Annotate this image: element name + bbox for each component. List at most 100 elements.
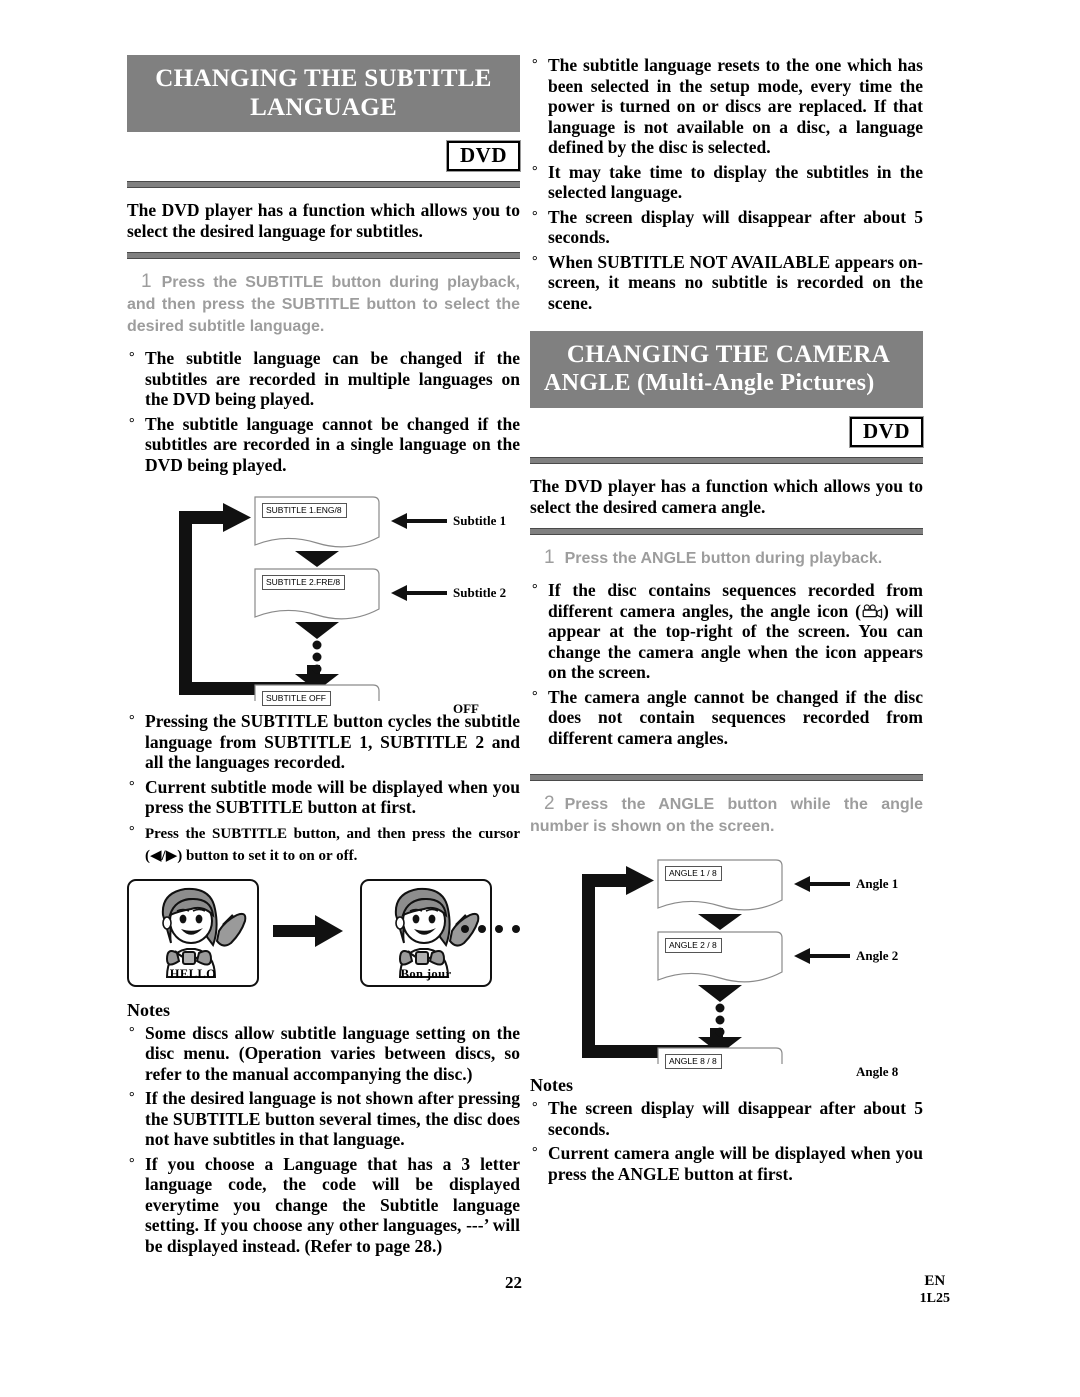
illustration-caption-hello: HELLO [169, 966, 217, 981]
list-item: ° When SUBTITLE NOT AVAILABLE appears on-… [530, 252, 923, 314]
list-item: ° Press the SUBTITLE button, and then pre… [127, 822, 520, 867]
step-subtitle-1: 1 Press the SUBTITLE button during playba… [127, 271, 520, 338]
bullet-dot-icon: ° [532, 582, 538, 597]
lead-paragraph-camera-angle: The DVD player has a function which allo… [530, 476, 923, 517]
page-number: 22 [505, 1273, 522, 1292]
notes-list-right: ° The screen display will disappear after… [530, 1098, 923, 1184]
step-angle-2: 2 Press the ANGLE button while the angle … [530, 793, 923, 838]
bullet-dot-icon: ° [129, 823, 135, 839]
list-item-text: Press the SUBTITLE button, and then pres… [145, 825, 520, 865]
list-item-text: When SUBTITLE NOT AVAILABLE appears on-s… [548, 251, 923, 313]
osd-text: ANGLE 2 / 8 [665, 938, 722, 953]
step-number: 2 [544, 793, 555, 814]
bullet-list-right-top: ° The subtitle language resets to the one… [530, 55, 923, 313]
bullet-dot-icon: ° [532, 57, 538, 72]
diagram-label-angle-8: Angle 8 [856, 1064, 899, 1079]
dot [461, 924, 469, 933]
bullet-dot-icon: ° [532, 1100, 538, 1115]
bullet-dot-icon: ° [129, 350, 135, 365]
osd-text: SUBTITLE OFF [262, 691, 331, 706]
list-item-text: Current camera angle will be displayed w… [548, 1143, 923, 1184]
badge-row-right: DVD [530, 417, 923, 447]
bullet-dot-icon: ° [532, 253, 538, 269]
bullet-dot-icon: ° [129, 1090, 135, 1105]
bullet-list-right-mid: ° If the disc contains sequences recorded… [530, 580, 923, 748]
step-text: Press the ANGLE button during playback. [564, 550, 883, 567]
list-item: ° Pressing the SUBTITLE button cycles the… [127, 711, 520, 773]
dot [512, 924, 520, 933]
list-item-text: The subtitle language cannot be changed … [145, 413, 520, 475]
badge-row-left: DVD [127, 141, 520, 171]
illustration-ellipsis-dots [461, 924, 520, 933]
woman-waving-icon [161, 887, 247, 978]
illustration-caption-bonjour: Bon jour [400, 966, 452, 981]
screen-box-subtitle-2: SUBTITLE 2.FRE/8 [255, 569, 380, 617]
divider-rule [127, 181, 520, 188]
bullet-dot-icon: ° [532, 1145, 538, 1160]
list-item: ° If the desired language is not shown af… [127, 1088, 520, 1150]
right-column: ° The subtitle language resets to the one… [530, 55, 923, 1184]
dvd-badge-camera-angle: DVD [850, 417, 923, 447]
bullet-dot-icon: ° [129, 1024, 135, 1040]
section-header-subtitle-language: CHANGING THE SUBTITLE LANGUAGE [127, 55, 520, 132]
dot [495, 924, 503, 933]
list-item-text: The subtitle language resets to the one … [548, 55, 923, 157]
bullet-dot-icon: ° [129, 713, 135, 728]
right-arrow-icon [273, 914, 343, 947]
camera-angle-icon [862, 603, 883, 618]
list-item-text: Pressing the SUBTITLE button cycles the … [145, 711, 520, 772]
manual-page: CHANGING THE SUBTITLE LANGUAGE DVD The D… [0, 0, 1080, 1397]
lead-paragraph-subtitle: The DVD player has a function which allo… [127, 200, 520, 241]
subtitle-flow-diagram: SUBTITLE 1.ENG/8 SUBTITLE 2.FRE/8 SUBTIT… [127, 489, 520, 716]
notes-list-left: ° Some discs allow subtitle language sett… [127, 1023, 520, 1257]
list-item-text: The screen display will disappear after … [548, 206, 923, 248]
osd-text: ANGLE 8 / 8 [665, 1054, 722, 1069]
notes-title-left: Notes [127, 999, 170, 1020]
list-item: ° Current subtitle mode will be displayed… [127, 777, 520, 818]
list-item: ° If you choose a Language that has a 3 l… [127, 1154, 520, 1257]
step-text: Press the SUBTITLE button during playbac… [127, 274, 520, 335]
footer-language: EN [924, 1273, 946, 1289]
divider-rule [127, 252, 520, 259]
section-title-line1: CHANGING THE SUBTITLE [155, 65, 492, 92]
osd-text: SUBTITLE 2.FRE/8 [262, 575, 346, 590]
list-item: ° The screen display will disappear after… [530, 207, 923, 248]
list-item-text: If the desired language is not shown aft… [145, 1088, 520, 1149]
step-text: Press the ANGLE button while the angle n… [530, 796, 923, 835]
bullet-dot-icon: ° [129, 1155, 135, 1171]
diagram-label-angle-1: Angle 1 [856, 876, 899, 891]
divider-rule [530, 774, 923, 781]
bullet-dot-icon: ° [129, 415, 135, 431]
diagram-label-subtitle-1: Subtitle 1 [453, 513, 507, 528]
list-item-text: The screen display will disappear after … [548, 1098, 923, 1139]
bullet-dot-icon: ° [532, 688, 538, 704]
dot [478, 924, 486, 933]
subtitle-illustration: HELLO Bon jour [127, 878, 520, 989]
list-item: ° The subtitle language cannot be changed… [127, 414, 520, 476]
list-item: ° It may take time to display the subtitl… [530, 162, 923, 203]
list-item: ° If the disc contains sequences recorded… [530, 580, 923, 683]
illustration-frame-bonjour: Bon jour [360, 878, 492, 987]
left-column: CHANGING THE SUBTITLE LANGUAGE DVD The D… [127, 55, 520, 1256]
footer-meta: EN 1L25 [920, 1273, 950, 1307]
list-item: ° The screen display will disappear after… [530, 1098, 923, 1139]
list-item: ° Some discs allow subtitle language sett… [127, 1023, 520, 1085]
step-angle-1: 1 Press the ANGLE button during playback. [530, 547, 923, 570]
list-item-text: Current subtitle mode will be displayed … [145, 776, 520, 818]
list-item: ° The subtitle language can be changed if… [127, 348, 520, 410]
list-item-text: If you choose a Language that has a 3 le… [145, 1153, 520, 1256]
section-title-line2: ANGLE (Multi-Angle Pictures) [544, 370, 875, 396]
dvd-badge-subtitle: DVD [447, 141, 520, 171]
illustration-frame-hello: HELLO [127, 878, 259, 987]
list-item: ° Current camera angle will be displayed … [530, 1143, 923, 1184]
bullet-list-subtitle-top: ° The subtitle language can be changed if… [127, 348, 520, 475]
list-item-text: The subtitle language can be changed if … [145, 348, 520, 409]
footer-code: 1L25 [919, 1291, 950, 1306]
angle-flow-diagram: ANGLE 1 / 8 ANGLE 2 / 8 ANGLE 8 / 8 Angl… [530, 852, 923, 1079]
screen-box-angle-2: ANGLE 2 / 8 [658, 932, 783, 980]
list-item-text: It may take time to display the subtitle… [548, 161, 923, 203]
divider-rule [530, 528, 923, 535]
screen-box-angle-1: ANGLE 1 / 8 [658, 860, 783, 908]
list-item-text: Some discs allow subtitle language setti… [145, 1022, 520, 1084]
osd-text: ANGLE 1 / 8 [665, 866, 722, 881]
